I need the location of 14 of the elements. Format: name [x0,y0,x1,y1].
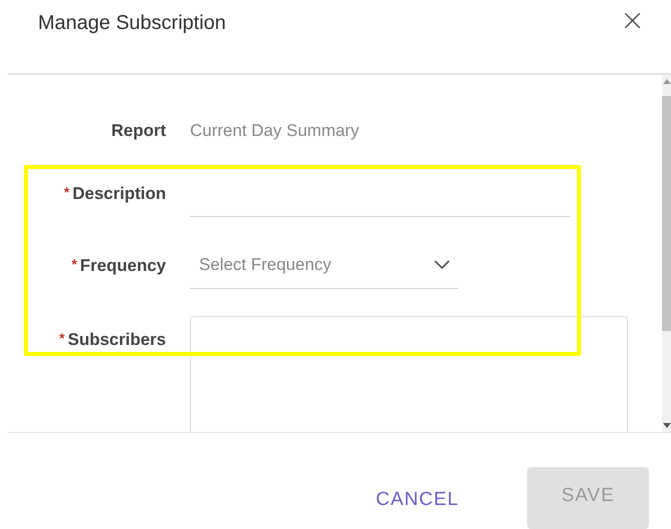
scrollbar-thumb[interactable] [662,96,671,330]
scroll-up-icon[interactable] [662,78,670,84]
dialog-title: Manage Subscription [38,12,226,35]
field-label: * Subscribers [58,330,166,350]
subscribers-field[interactable] [190,316,628,432]
cancel-button[interactable]: CANCEL [376,489,459,511]
report-value: Current Day Summary [190,120,360,140]
close-button[interactable]: × [620,6,645,36]
field-label: * Frequency [70,256,166,276]
chevron-down-icon [434,260,450,270]
frequency-dropdown[interactable]: Select Frequency [190,242,458,288]
scroll-down-icon[interactable] [662,423,670,428]
field-label: * Description [63,184,166,204]
field-label: Report [110,120,166,140]
